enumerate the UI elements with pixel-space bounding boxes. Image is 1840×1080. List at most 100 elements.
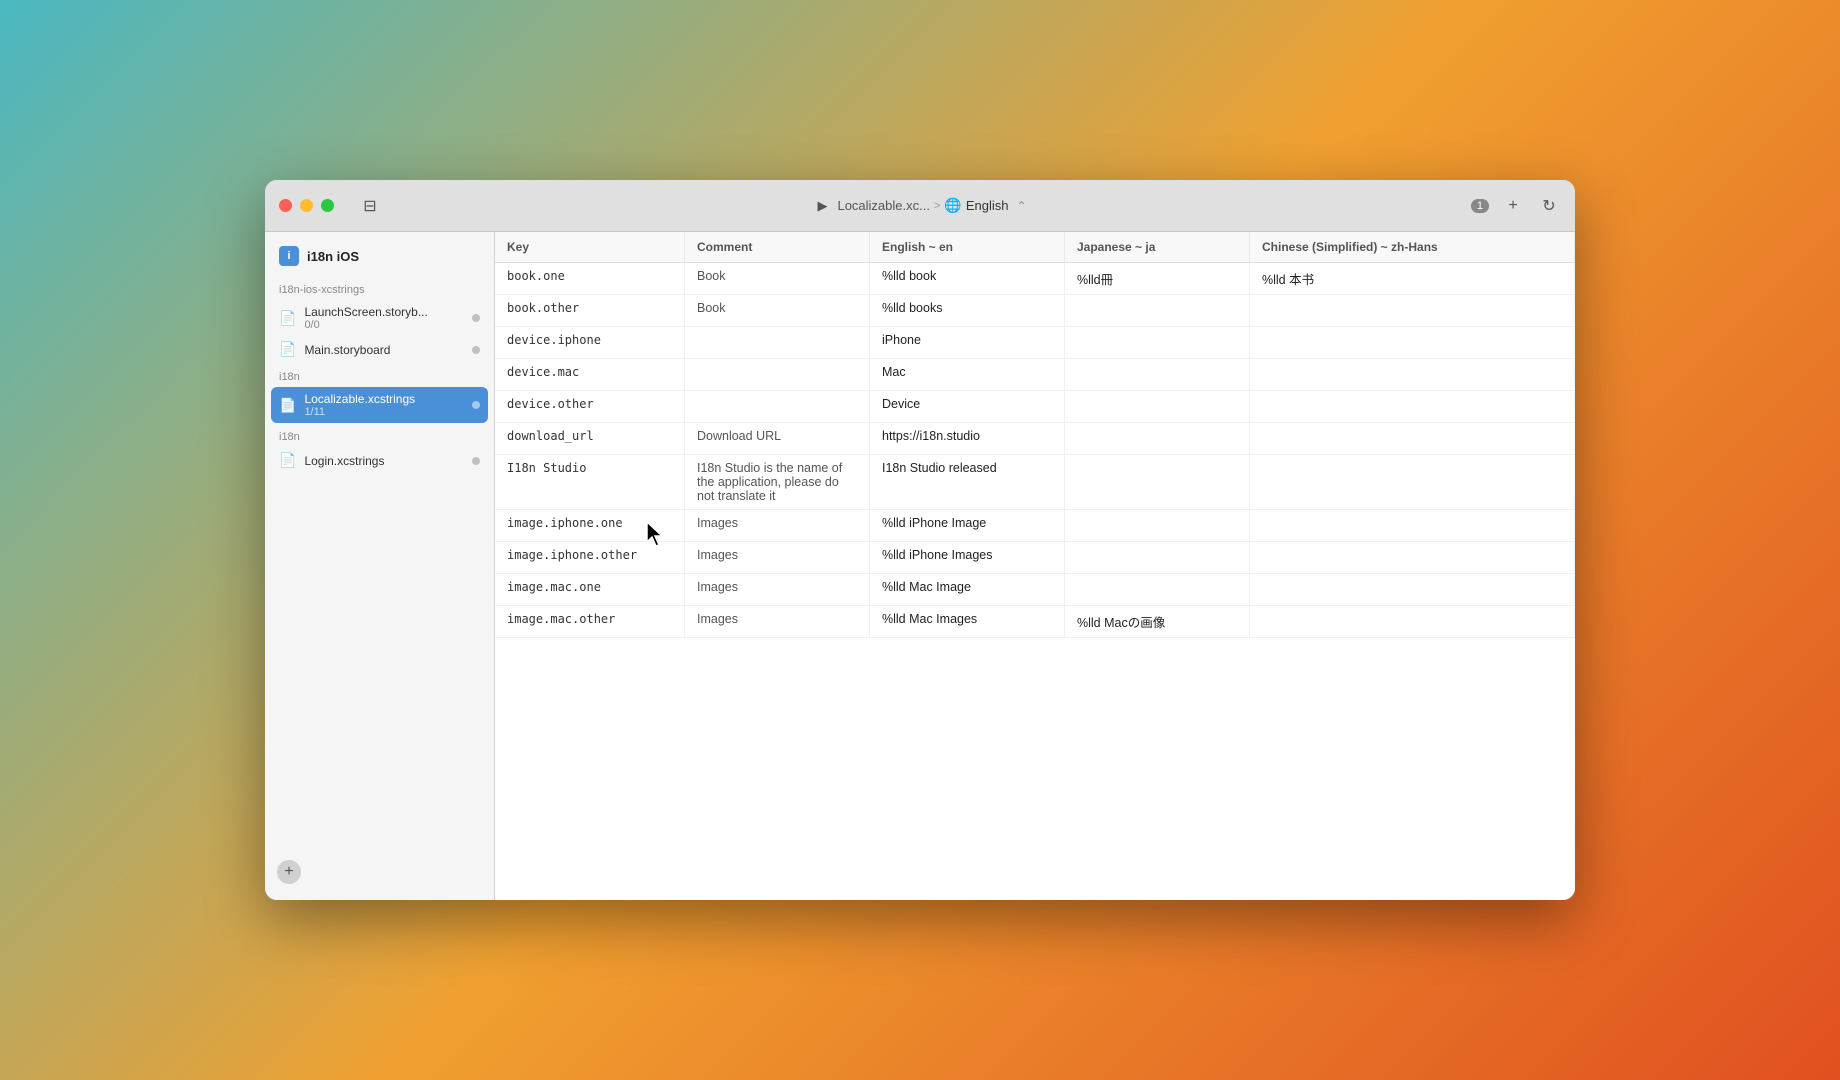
file-icon: 📄: [279, 452, 296, 469]
cell-col-english[interactable]: Mac: [870, 359, 1065, 390]
table-row[interactable]: image.iphone.otherImages%lld iPhone Imag…: [495, 542, 1575, 574]
cell-col-key[interactable]: device.other: [495, 391, 685, 422]
item-label: Localizable.xcstrings: [304, 392, 464, 406]
cell-col-english[interactable]: I18n Studio released: [870, 455, 1065, 509]
play-button[interactable]: ▶: [813, 197, 831, 215]
cell-col-english[interactable]: %lld books: [870, 295, 1065, 326]
cell-col-chinese[interactable]: [1250, 606, 1575, 637]
sidebar-item-launchscreen[interactable]: 📄 LaunchScreen.storyb... 0/0: [265, 300, 494, 336]
table-row[interactable]: image.iphone.oneImages%lld iPhone Image: [495, 510, 1575, 542]
item-count: 1/11: [304, 406, 464, 418]
cell-col-comment[interactable]: Book: [685, 295, 870, 326]
cell-col-japanese[interactable]: [1065, 455, 1250, 509]
cell-col-key[interactable]: image.mac.one: [495, 574, 685, 605]
col-header-chinese: Chinese (Simplified) ~ zh-Hans: [1250, 232, 1575, 262]
cell-col-english[interactable]: iPhone: [870, 327, 1065, 358]
cell-col-japanese[interactable]: [1065, 359, 1250, 390]
cell-col-chinese[interactable]: [1250, 542, 1575, 573]
cell-col-chinese[interactable]: [1250, 391, 1575, 422]
cell-col-japanese[interactable]: %lld Macの画像: [1065, 606, 1250, 637]
cell-col-comment[interactable]: Images: [685, 510, 870, 541]
cell-col-english[interactable]: %lld Mac Image: [870, 574, 1065, 605]
table-row[interactable]: download_urlDownload URLhttps://i18n.stu…: [495, 423, 1575, 455]
cell-col-key[interactable]: image.mac.other: [495, 606, 685, 637]
sidebar-item-login[interactable]: 📄 Login.xcstrings: [265, 447, 494, 474]
cell-col-japanese[interactable]: [1065, 327, 1250, 358]
cell-col-chinese[interactable]: [1250, 423, 1575, 454]
item-status-dot: [472, 401, 480, 409]
table-row[interactable]: book.oneBook%lld book%lld冊%lld 本书: [495, 263, 1575, 295]
refresh-button[interactable]: ↻: [1537, 194, 1561, 218]
table-row[interactable]: book.otherBook%lld books: [495, 295, 1575, 327]
cell-col-chinese[interactable]: [1250, 510, 1575, 541]
sidebar-section-label-1: i18n-ios-xcstrings: [265, 276, 494, 300]
cell-col-japanese[interactable]: [1065, 510, 1250, 541]
main-window: ⊟ ▶ Localizable.xc... > 🌐 English ⌃ 1 + …: [265, 180, 1575, 900]
table-row[interactable]: image.mac.oneImages%lld Mac Image: [495, 574, 1575, 606]
cell-col-comment[interactable]: [685, 391, 870, 422]
cell-col-chinese[interactable]: [1250, 295, 1575, 326]
cell-col-comment[interactable]: Images: [685, 574, 870, 605]
minimize-button[interactable]: [300, 199, 313, 212]
breadcrumb-file[interactable]: Localizable.xc...: [837, 198, 930, 213]
sidebar-section-label-2: i18n: [265, 363, 494, 387]
cell-col-key[interactable]: image.iphone.other: [495, 542, 685, 573]
sidebar-bottom: +: [265, 852, 494, 892]
cell-col-japanese[interactable]: [1065, 423, 1250, 454]
sidebar-item-localizable[interactable]: 📄 Localizable.xcstrings 1/11: [271, 387, 488, 423]
cell-col-comment[interactable]: Download URL: [685, 423, 870, 454]
cell-col-key[interactable]: device.mac: [495, 359, 685, 390]
cell-col-chinese[interactable]: [1250, 455, 1575, 509]
col-header-english: English ~ en: [870, 232, 1065, 262]
cell-col-chinese[interactable]: [1250, 574, 1575, 605]
cell-col-key[interactable]: book.other: [495, 295, 685, 326]
table-row[interactable]: device.other Device: [495, 391, 1575, 423]
cell-col-japanese[interactable]: [1065, 295, 1250, 326]
cell-col-key[interactable]: book.one: [495, 263, 685, 294]
cell-col-chinese[interactable]: [1250, 327, 1575, 358]
cell-col-chinese[interactable]: %lld 本书: [1250, 263, 1575, 294]
sidebar-toggle-button[interactable]: ⊟: [358, 194, 382, 218]
globe-icon: 🌐: [944, 197, 961, 214]
sidebar-item-mainstoryboard[interactable]: 📄 Main.storyboard: [265, 336, 494, 363]
sidebar: i i18n iOS i18n-ios-xcstrings 📄 LaunchSc…: [265, 232, 495, 900]
cell-col-comment[interactable]: Images: [685, 606, 870, 637]
cell-col-japanese[interactable]: [1065, 391, 1250, 422]
titlebar-center: ▶ Localizable.xc... > 🌐 English ⌃: [813, 197, 1026, 215]
cell-col-japanese[interactable]: %lld冊: [1065, 263, 1250, 294]
add-file-button[interactable]: +: [277, 860, 301, 884]
cell-col-english[interactable]: %lld Mac Images: [870, 606, 1065, 637]
add-button[interactable]: +: [1501, 194, 1525, 218]
breadcrumb-lang[interactable]: English: [966, 198, 1009, 213]
item-status-dot: [472, 457, 480, 465]
cell-col-english[interactable]: https://i18n.studio: [870, 423, 1065, 454]
sidebar-section-label-3: i18n: [265, 423, 494, 447]
cell-col-english[interactable]: %lld iPhone Image: [870, 510, 1065, 541]
cell-col-comment[interactable]: [685, 359, 870, 390]
cell-col-english[interactable]: Device: [870, 391, 1065, 422]
table-row[interactable]: device.mac Mac: [495, 359, 1575, 391]
cell-col-chinese[interactable]: [1250, 359, 1575, 390]
table-row[interactable]: device.iphone iPhone: [495, 327, 1575, 359]
cell-col-english[interactable]: %lld iPhone Images: [870, 542, 1065, 573]
cell-col-comment[interactable]: Book: [685, 263, 870, 294]
table-row[interactable]: I18n StudioI18n Studio is the name of th…: [495, 455, 1575, 510]
cell-col-japanese[interactable]: [1065, 542, 1250, 573]
cell-col-key[interactable]: image.iphone.one: [495, 510, 685, 541]
item-status-dot: [472, 346, 480, 354]
cell-col-key[interactable]: I18n Studio: [495, 455, 685, 509]
cell-col-comment[interactable]: I18n Studio is the name of the applicati…: [685, 455, 870, 509]
titlebar-actions: 1 + ↻: [1471, 194, 1561, 218]
close-button[interactable]: [279, 199, 292, 212]
cell-col-english[interactable]: %lld book: [870, 263, 1065, 294]
cell-col-comment[interactable]: [685, 327, 870, 358]
maximize-button[interactable]: [321, 199, 334, 212]
item-label: Main.storyboard: [304, 343, 464, 357]
project-icon: i: [279, 246, 299, 266]
table-row[interactable]: image.mac.otherImages%lld Mac Images%lld…: [495, 606, 1575, 638]
cell-col-key[interactable]: download_url: [495, 423, 685, 454]
cell-col-key[interactable]: device.iphone: [495, 327, 685, 358]
cell-col-comment[interactable]: Images: [685, 542, 870, 573]
sidebar-project[interactable]: i i18n iOS: [265, 240, 494, 272]
cell-col-japanese[interactable]: [1065, 574, 1250, 605]
